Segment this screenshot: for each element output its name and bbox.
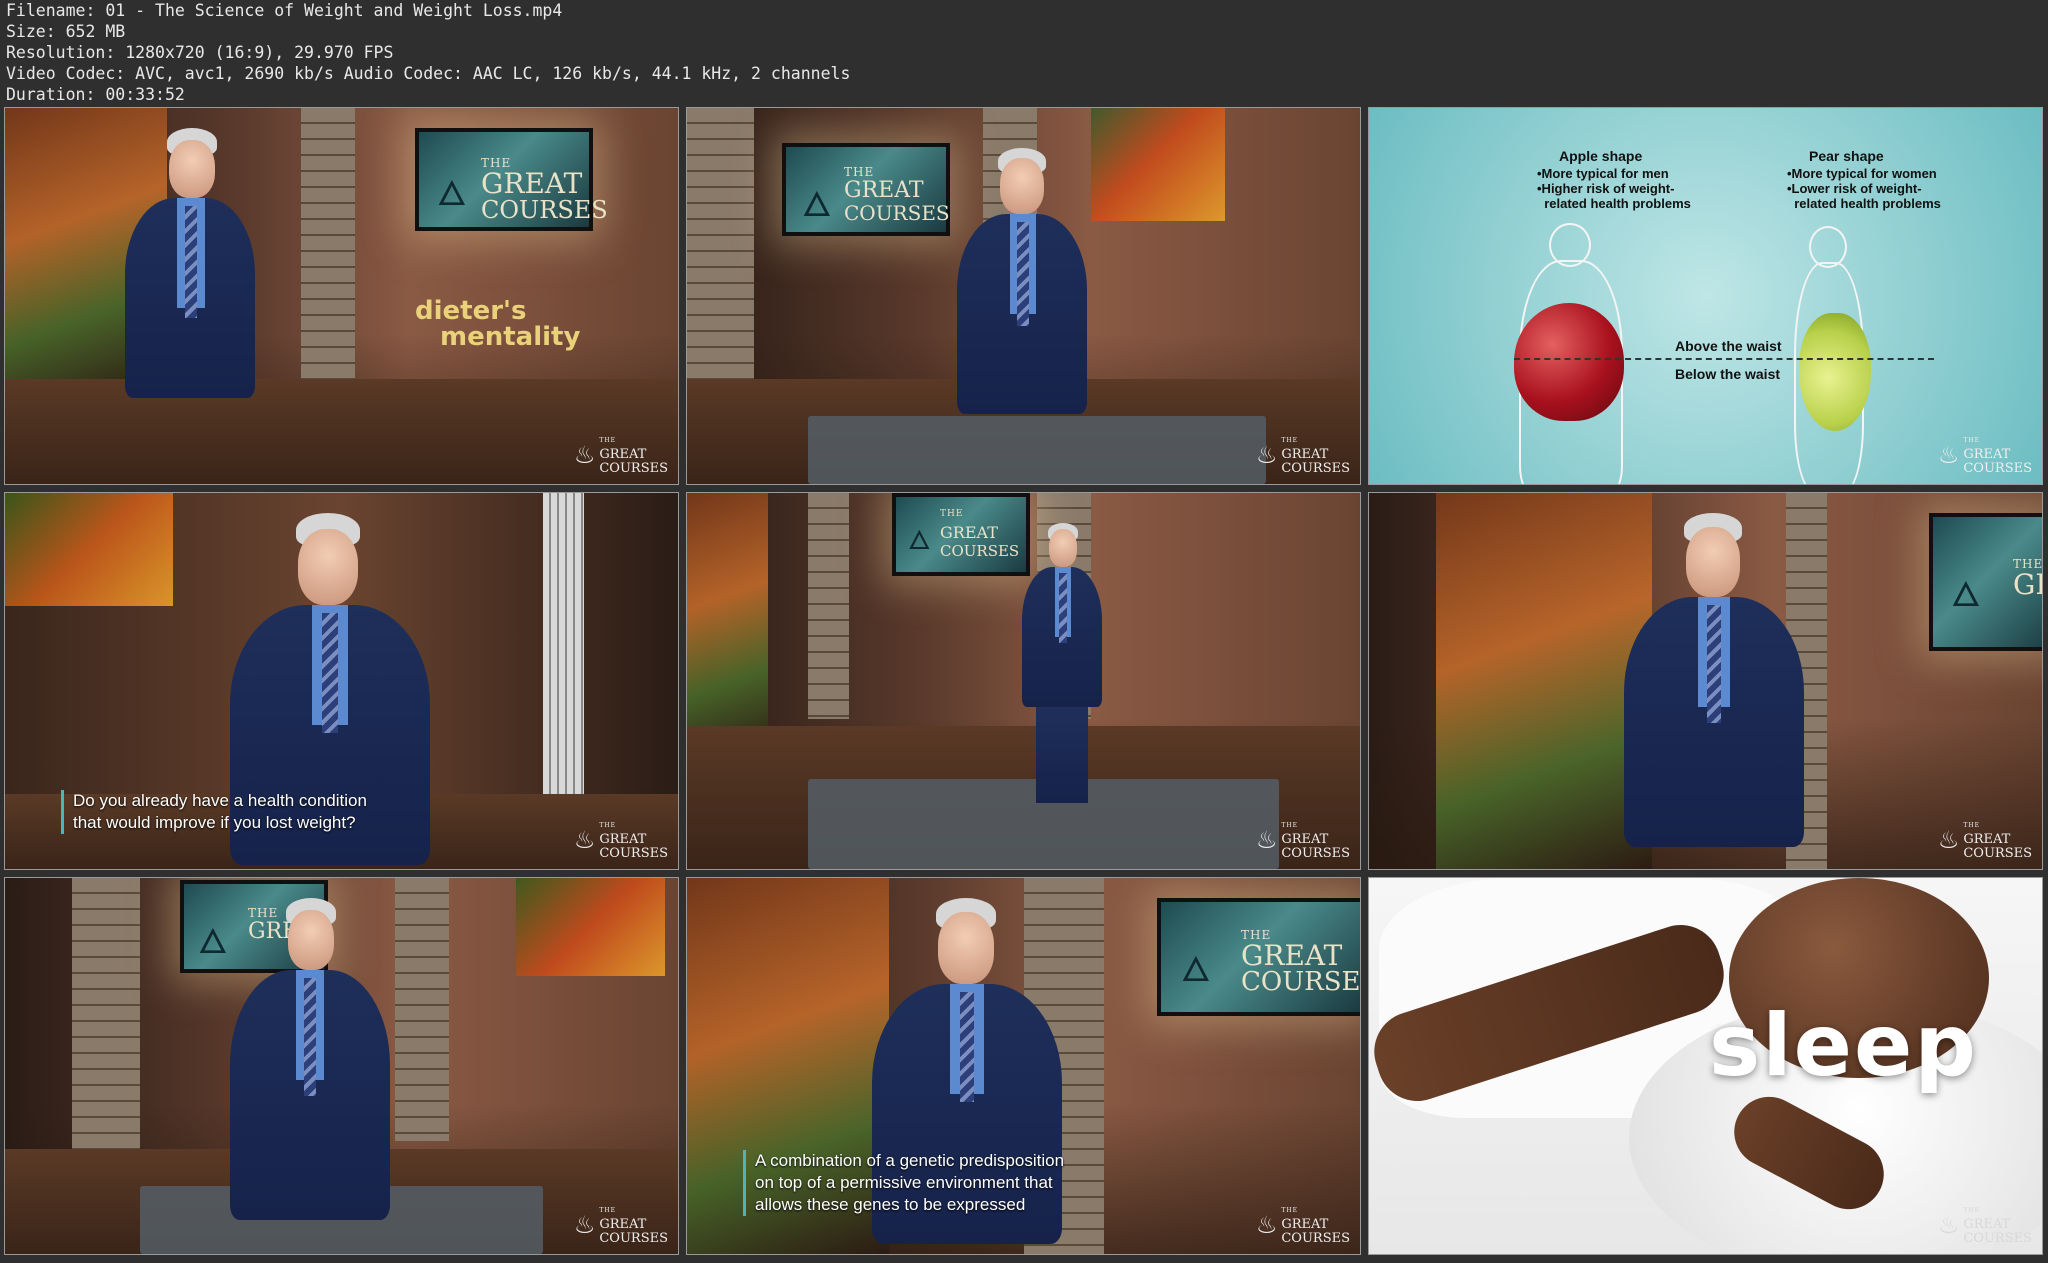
presenter — [1624, 513, 1804, 869]
overlay-text-1: dieter's — [415, 296, 527, 326]
torch-icon: ♨ — [1255, 826, 1278, 854]
great-courses-logo: ♨ THE GREAT COURSES — [1937, 1207, 2032, 1246]
torch-icon: ♨ — [573, 826, 596, 854]
great-courses-logo: ♨ THE GREAT COURSES — [573, 1207, 668, 1246]
thumbnail-6[interactable]: 🜂 THE GREAT ♨ THEGREATCOURSES — [1368, 492, 2043, 870]
pear-title: Pear shape — [1809, 148, 1884, 164]
overlay-text-2: mentality — [440, 322, 581, 352]
torch-icon: 🜂 — [1951, 575, 1981, 615]
pear-points: •More typical for women •Lower risk of w… — [1787, 166, 1941, 211]
presenter — [952, 148, 1092, 484]
subtitle-caption: Do you already have a health condition t… — [61, 790, 367, 834]
torch-icon: 🜂 — [908, 526, 931, 556]
apple-points: •More typical for men •Higher risk of we… — [1537, 166, 1691, 211]
thumbnail-9[interactable]: sleep ♨ THE GREAT COURSES — [1368, 877, 2043, 1255]
torch-icon: ♨ — [1937, 1211, 1960, 1239]
presenter — [1022, 523, 1102, 843]
torch-icon: 🜂 — [802, 185, 832, 225]
subtitle-caption: A combination of a genetic predispositio… — [743, 1150, 1064, 1216]
thumbnail-7[interactable]: 🜂 THE GREAT ♨ THEGREATCOURSES — [4, 877, 679, 1255]
pear-icon — [1799, 313, 1871, 431]
duration-line: Duration: 00:33:52 — [6, 85, 185, 104]
torch-icon: ♨ — [1937, 826, 1960, 854]
thumbnail-5[interactable]: 🜂 THE GREAT COURSES ♨ THE GREAT COURSES — [686, 492, 1361, 870]
thumbnail-3[interactable]: Apple shape •More typical for men •Highe… — [1368, 107, 2043, 485]
thumbnail-8[interactable]: 🜂 THE GREAT COURSES A combination of a g… — [686, 877, 1361, 1255]
torch-icon: 🜂 — [1181, 950, 1211, 990]
resolution-line: Resolution: 1280x720 (16:9), 29.970 FPS — [6, 43, 394, 62]
tv-screen: 🜂 THE GREAT — [1929, 513, 2042, 651]
tv-screen: 🜂 THE GREAT COURSES — [415, 128, 608, 231]
torch-icon: 🜂 — [437, 174, 467, 214]
apple-title: Apple shape — [1559, 148, 1643, 164]
above-waist-label: Above the waist — [1675, 338, 1782, 354]
codec-line: Video Codec: AVC, avc1, 2690 kb/s Audio … — [6, 64, 851, 83]
filename-line: Filename: 01 - The Science of Weight and… — [6, 1, 563, 20]
overlay-word-sleep: sleep — [1709, 996, 1978, 1096]
below-waist-label: Below the waist — [1675, 366, 1781, 382]
great-courses-logo: ♨ THE GREAT COURSES — [1937, 437, 2032, 476]
tv-screen: 🜂 THE GREAT COURSES — [892, 493, 1030, 576]
thumbnail-1[interactable]: 🜂 THE GREAT COURSES dieter's mentality ♨… — [4, 107, 679, 485]
torch-icon: ♨ — [573, 441, 596, 469]
great-courses-logo: ♨ THE GREAT COURSES — [573, 437, 668, 476]
great-courses-logo: ♨ THE GREAT COURSES — [1937, 822, 2032, 861]
great-courses-logo: ♨ THE GREAT COURSES — [1255, 822, 1350, 861]
size-line: Size: 652 MB — [6, 22, 126, 41]
great-courses-logo: ♨ THE GREAT COURSES — [1255, 437, 1350, 476]
torch-icon: ♨ — [1255, 441, 1278, 469]
waist-line — [1514, 358, 1934, 360]
presenter — [230, 898, 390, 1254]
torch-icon: 🜂 — [198, 922, 228, 962]
torch-icon: ♨ — [573, 1211, 596, 1239]
great-courses-logo: ♨ THE GREAT COURSES — [1255, 1207, 1350, 1246]
file-info: Filename: 01 - The Science of Weight and… — [6, 0, 850, 105]
presenter — [115, 128, 255, 484]
thumbnail-2[interactable]: 🜂 THE GREAT COURSES ♨ THE GREAT COURSES — [686, 107, 1361, 485]
torch-icon: ♨ — [1255, 1211, 1278, 1239]
tv-screen: 🜂 THE GREAT COURSES — [1157, 898, 1360, 1016]
torch-icon: ♨ — [1937, 441, 1960, 469]
great-courses-logo: ♨ THE GREAT COURSES — [573, 822, 668, 861]
apple-icon — [1514, 303, 1624, 421]
thumbnail-4[interactable]: Do you already have a health condition t… — [4, 492, 679, 870]
tv-screen: 🜂 THE GREAT COURSES — [782, 143, 950, 236]
thumbnail-grid: 🜂 THE GREAT COURSES dieter's mentality ♨… — [4, 107, 2044, 1259]
